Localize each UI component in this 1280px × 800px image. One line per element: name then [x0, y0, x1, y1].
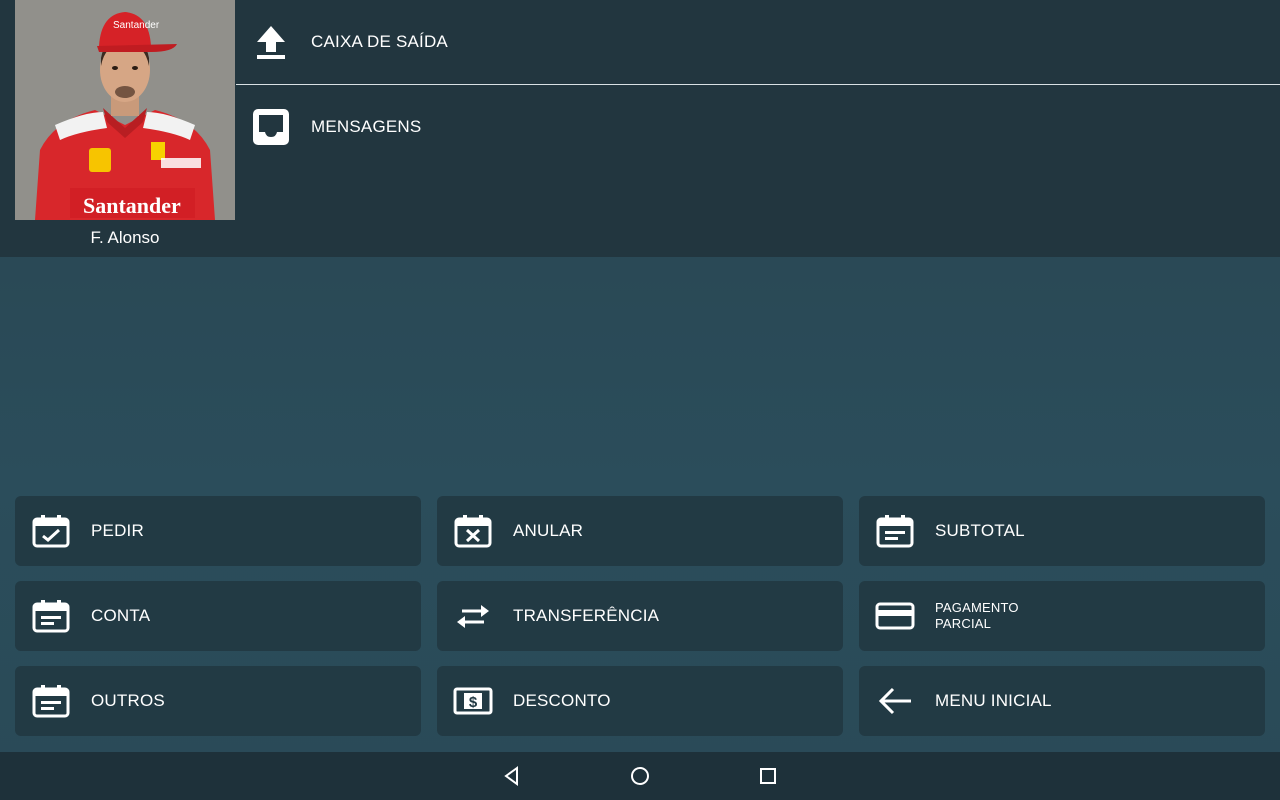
home-icon[interactable] [628, 764, 652, 788]
pedir-button[interactable]: PEDIR [15, 496, 421, 566]
pagamento-parcial-label: PAGAMENTO PARCIAL [935, 600, 1019, 631]
credit-card-icon [875, 596, 915, 636]
svg-text:Santander: Santander [113, 20, 160, 31]
transferencia-button[interactable]: TRANSFERÊNCIA [437, 581, 843, 651]
menu-item-label: MENSAGENS [311, 117, 422, 136]
menu-inicial-button[interactable]: MENU INICIAL [859, 666, 1265, 736]
avatar: Santander Santander [15, 0, 235, 220]
system-navbar [0, 752, 1280, 800]
swap-arrows-icon [453, 596, 493, 636]
menu-item-outbox[interactable]: CAIXA DE SAÍDA [236, 0, 1280, 85]
subtotal-label: SUBTOTAL [935, 521, 1025, 540]
outros-label: OUTROS [91, 691, 165, 710]
svg-text:Santander: Santander [83, 193, 181, 218]
anular-button[interactable]: ANULAR [437, 496, 843, 566]
calendar-note-icon [31, 596, 71, 636]
app-screen: Santander Santander F. Alonso CAIXA DE S… [0, 0, 1280, 800]
avatar-photo: Santander Santander [15, 0, 235, 220]
pagamento-parcial-button[interactable]: PAGAMENTO PARCIAL [859, 581, 1265, 651]
menu-list: CAIXA DE SAÍDA MENSAGENS [236, 0, 1280, 169]
conta-label: CONTA [91, 606, 151, 625]
outros-button[interactable]: OUTROS [15, 666, 421, 736]
arrow-left-icon [875, 681, 915, 721]
calendar-check-icon [31, 511, 71, 551]
user-card[interactable]: Santander Santander F. Alonso [15, 0, 235, 257]
menu-item-label: CAIXA DE SAÍDA [311, 32, 448, 51]
transferencia-label: TRANSFERÊNCIA [513, 606, 660, 625]
svg-text:$: $ [469, 694, 478, 711]
calendar-x-icon [453, 511, 493, 551]
pedir-label: PEDIR [91, 521, 144, 540]
header-panel: Santander Santander F. Alonso CAIXA DE S… [0, 0, 1280, 257]
calendar-note-icon [31, 681, 71, 721]
inbox-icon [252, 108, 290, 146]
subtotal-button[interactable]: SUBTOTAL [859, 496, 1265, 566]
conta-button[interactable]: CONTA [15, 581, 421, 651]
upload-icon [252, 23, 290, 61]
back-icon[interactable] [500, 764, 524, 788]
user-name: F. Alonso [90, 228, 160, 247]
menu-item-messages[interactable]: MENSAGENS [236, 85, 1280, 169]
calendar-note-icon [875, 511, 915, 551]
desconto-label: DESCONTO [513, 691, 611, 710]
menu-inicial-label: MENU INICIAL [935, 691, 1052, 710]
anular-label: ANULAR [513, 521, 584, 540]
desconto-button[interactable]: $ DESCONTO [437, 666, 843, 736]
recents-icon[interactable] [756, 764, 780, 788]
money-icon: $ [453, 681, 493, 721]
